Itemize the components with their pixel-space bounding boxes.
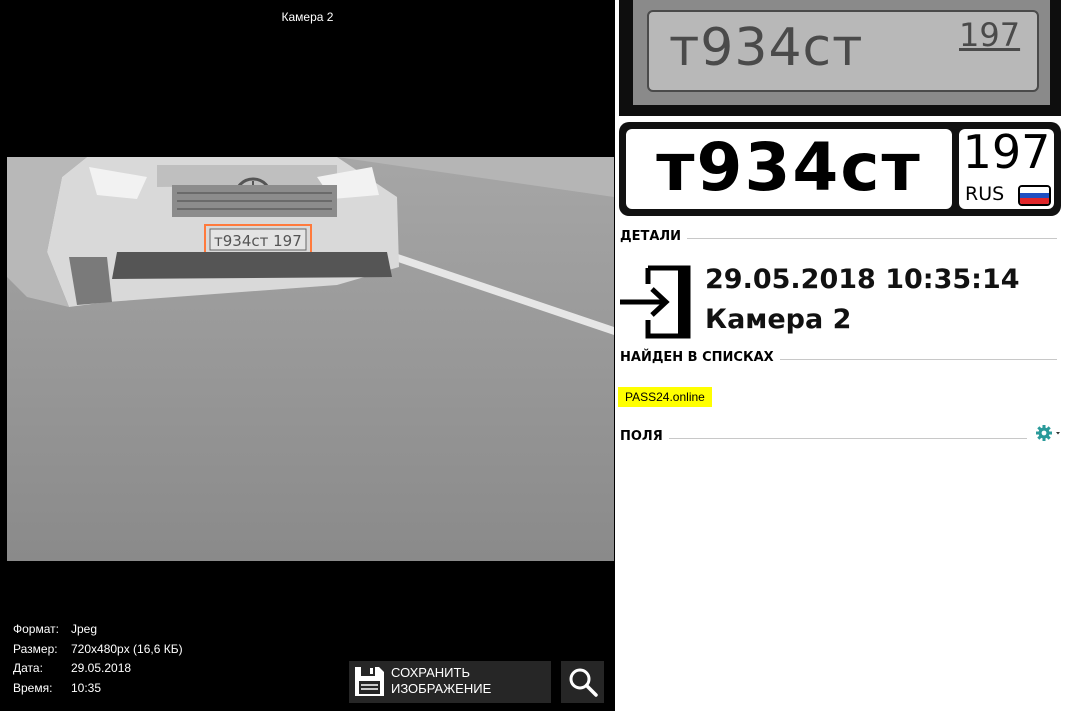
event-camera: Камера 2 (705, 304, 852, 335)
info-value: 10:35 (71, 680, 102, 695)
info-value: 720x480px (16,6 КБ) (71, 641, 183, 656)
lists-section-label: НАЙДЕН В СПИСКАХ (620, 350, 780, 365)
entry-arrow-icon (620, 265, 691, 339)
plate-region: 197 (962, 125, 1051, 179)
image-info: Формат: Jpeg Размер: 720x480px (16,6 КБ) Д… (13, 620, 183, 698)
plate-crop-number: т934ст (669, 18, 864, 78)
fields-section-header: ПОЛЯ (620, 429, 1065, 449)
save-label-line1: СОХРАНИТЬ (391, 665, 470, 680)
info-value: Jpeg (71, 622, 98, 636)
plate-on-image-text: т934ст 197 (214, 232, 302, 250)
info-row-size: Размер: 720x480px (16,6 КБ) (13, 640, 183, 660)
info-key: Размер: (13, 641, 58, 656)
details-panel: т934ст 197 т934ст 197 RUS ДЕТАЛИ 29.05.2… (615, 0, 1065, 711)
plate-crop-image: т934ст 197 (619, 0, 1061, 116)
info-row-format: Формат: Jpeg (13, 620, 183, 640)
lists-section-header: НАЙДЕН В СПИСКАХ (620, 350, 1065, 370)
russia-flag-icon (1018, 185, 1051, 206)
camera-image: т934ст 197 (7, 157, 614, 561)
info-row-date: Дата: 29.05.2018 (13, 659, 183, 679)
floppy-disk-icon (355, 667, 384, 696)
camera-title: Камера 2 (281, 10, 334, 24)
plate-crop-region: 197 (959, 16, 1021, 54)
save-image-button[interactable]: СОХРАНИТЬ ИЗОБРАЖЕНИЕ (349, 661, 551, 703)
divider (620, 438, 1027, 439)
gear-icon[interactable] (1035, 424, 1065, 442)
camera-panel: Камера 2 т934ст 197 Формат: Jpeg Размер:… (0, 0, 615, 711)
plate-number: т934ст (656, 129, 922, 206)
license-plate: т934ст 197 RUS (619, 122, 1061, 216)
fields-section-label: ПОЛЯ (620, 429, 669, 444)
magnifier-icon (569, 668, 598, 697)
zoom-button[interactable] (561, 661, 604, 703)
info-value: 29.05.2018 (71, 661, 132, 675)
details-section-header: ДЕТАЛИ (620, 229, 1065, 249)
car-photo-illustration: т934ст 197 (7, 157, 614, 561)
event-datetime: 29.05.2018 10:35:14 (705, 264, 1020, 295)
save-label-line2: ИЗОБРАЖЕНИЕ (391, 681, 492, 696)
plate-country: RUS (965, 183, 1005, 205)
list-badge: PASS24.online (618, 387, 712, 407)
info-row-time: Время: 10:35 (13, 679, 183, 699)
info-key: Формат: (13, 622, 59, 636)
save-button-label: СОХРАНИТЬ ИЗОБРАЖЕНИЕ (391, 665, 491, 697)
details-section-label: ДЕТАЛИ (620, 229, 688, 244)
chevron-down-icon (1056, 432, 1060, 435)
info-key: Дата: (13, 661, 43, 675)
info-key: Время: (13, 680, 53, 695)
